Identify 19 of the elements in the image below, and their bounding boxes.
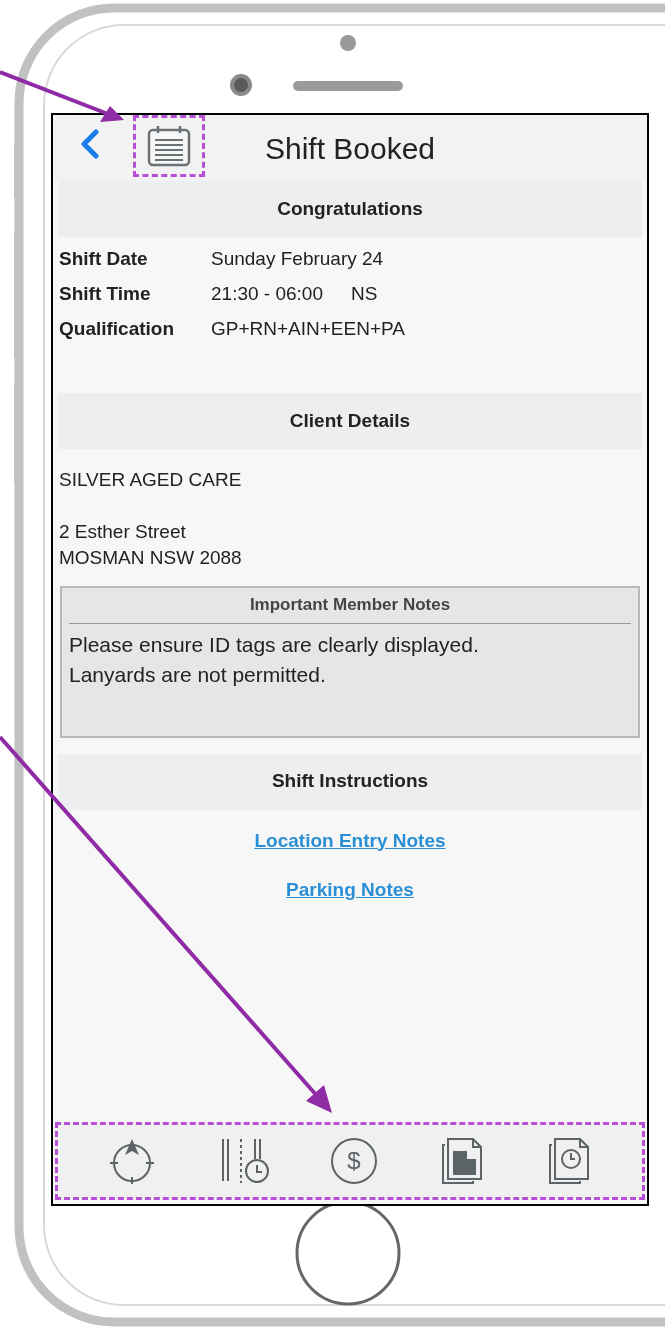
notes-text: Please ensure ID tags are clearly displayed. Lanyards are not permitted. bbox=[69, 631, 480, 688]
instruction-link[interactable]: Location Entry Notes bbox=[254, 826, 446, 855]
notes-title: Important Member Notes bbox=[69, 587, 631, 624]
section-header: Client Details bbox=[58, 393, 642, 449]
locate-icon bbox=[108, 1137, 157, 1185]
field-value: Sunday February 24 bbox=[211, 247, 384, 272]
instruction-link[interactable]: Parking Notes bbox=[286, 876, 414, 905]
field-label: Qualification bbox=[59, 317, 176, 342]
screen-title: Shift Booked bbox=[264, 130, 436, 167]
calendar-button[interactable] bbox=[133, 115, 205, 177]
field-value: 21:30 - 06:00 bbox=[211, 282, 323, 307]
field-label: Shift Date bbox=[59, 247, 149, 272]
section-header: Congratulations bbox=[58, 181, 642, 237]
client-name: SILVER AGED CARE bbox=[58, 468, 243, 492]
field-value: NS bbox=[351, 282, 378, 307]
field-value: GP+RN+AIN+EEN+PA bbox=[211, 317, 405, 342]
client-address: 2 Esther Street MOSMAN NSW 2088 bbox=[58, 519, 243, 570]
field-label: Shift Time bbox=[59, 282, 152, 307]
section-header: Shift Instructions bbox=[58, 753, 642, 810]
